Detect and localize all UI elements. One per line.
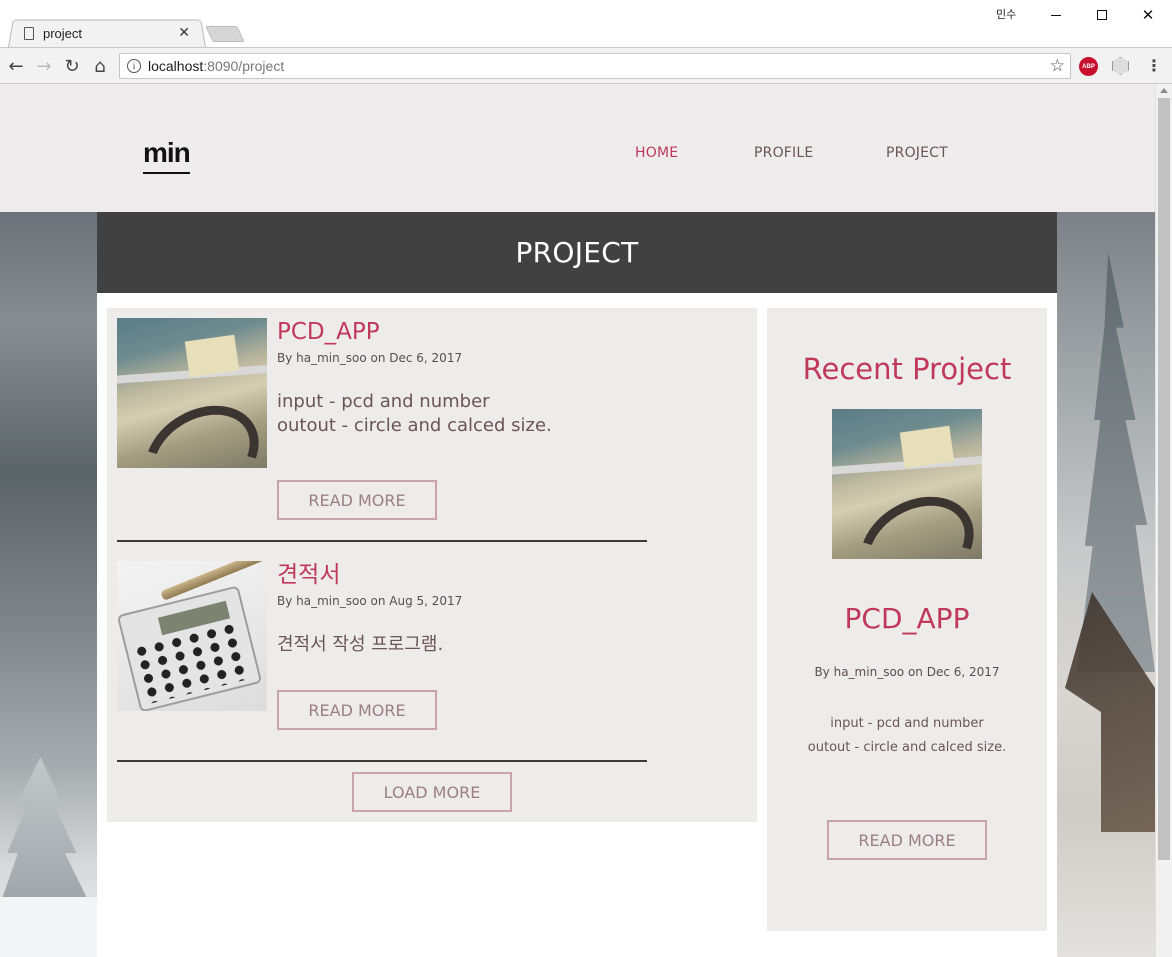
main-container: PROJECT PCD_APP By ha_min_soo on Dec 6, … <box>97 212 1057 957</box>
url-text[interactable]: localhost:8090/project <box>148 58 284 74</box>
scrollbar-thumb[interactable] <box>1158 98 1170 860</box>
post-excerpt: input - pcd and number outout - circle a… <box>277 390 657 438</box>
thumbnail-protractor <box>842 477 982 559</box>
info-icon[interactable]: i <box>127 59 141 73</box>
post-excerpt: 견적서 작성 프로그램. <box>277 633 657 657</box>
nav-project-link[interactable]: PROJECT <box>886 145 948 161</box>
close-window-button[interactable]: ✕ <box>1125 0 1171 30</box>
post-title[interactable]: PCD_APP <box>277 318 657 346</box>
posts-panel: PCD_APP By ha_min_soo on Dec 6, 2017 inp… <box>107 308 757 822</box>
page-title: PROJECT <box>515 236 639 269</box>
browser-menu-icon[interactable]: ⋮ <box>1146 56 1162 75</box>
url-host: localhost <box>148 58 204 74</box>
post-excerpt-line: outout - circle and calced size. <box>277 415 552 436</box>
tab-close-icon[interactable]: ✕ <box>178 25 190 41</box>
window-user-name[interactable]: 민수 <box>996 6 1016 22</box>
sidebar-read-more-button[interactable]: READ MORE <box>827 820 987 860</box>
post-excerpt-line: input - pcd and number <box>277 391 490 412</box>
read-more-button[interactable]: READ MORE <box>277 690 437 730</box>
page-scrollbar[interactable] <box>1155 84 1172 957</box>
url-path: :8090/project <box>203 58 285 74</box>
address-bar[interactable]: i localhost:8090/project ☆ <box>119 53 1071 79</box>
background-photo-right <box>1057 212 1155 957</box>
browser-titlebar: project ✕ 민수 ✕ <box>0 0 1172 47</box>
post-body: 견적서 By ha_min_soo on Aug 5, 2017 견적서 작성 … <box>277 561 657 657</box>
new-tab-button[interactable] <box>205 26 245 42</box>
thumbnail-protractor <box>127 386 267 468</box>
minimize-button[interactable] <box>1033 0 1079 30</box>
bookmark-star-icon[interactable]: ☆ <box>1050 56 1065 76</box>
reload-icon[interactable]: ↻ <box>60 54 84 78</box>
tab-title: project <box>43 25 83 41</box>
sidebar-excerpt-line: outout - circle and calced size. <box>807 740 1007 755</box>
scroll-up-arrow-icon[interactable] <box>1160 88 1168 93</box>
sidebar-post-title[interactable]: PCD_APP <box>767 602 1047 635</box>
adblock-extension-icon[interactable]: ABP <box>1079 57 1098 76</box>
load-more-button[interactable]: LOAD MORE <box>352 772 512 812</box>
page-icon <box>24 26 34 40</box>
post-meta: By ha_min_soo on Dec 6, 2017 <box>277 351 463 365</box>
extension-cube-icon[interactable] <box>1112 57 1129 75</box>
minimize-icon <box>1051 14 1061 16</box>
recent-project-sidebar: Recent Project PCD_APP By ha_min_soo on … <box>767 308 1047 931</box>
sidebar-post-excerpt: input - pcd and number outout - circle a… <box>767 712 1047 760</box>
map-drafting-thumbnail[interactable] <box>117 318 267 468</box>
map-drafting-thumbnail[interactable] <box>832 409 982 559</box>
thumbnail-paper <box>899 425 955 469</box>
page-banner: PROJECT <box>97 212 1057 293</box>
forward-arrow-icon[interactable]: → <box>32 54 56 78</box>
nav-home-link[interactable]: HOME <box>635 145 678 161</box>
sidebar-post-meta: By ha_min_soo on Dec 6, 2017 <box>814 665 1000 679</box>
sidebar-title: Recent Project <box>802 352 1012 386</box>
post-meta: By ha_min_soo on Aug 5, 2017 <box>277 594 463 608</box>
maximize-button[interactable] <box>1079 0 1125 30</box>
sidebar-excerpt-line: input - pcd and number <box>830 716 984 731</box>
site-header: min HOME PROFILE PROJECT <box>0 84 1155 212</box>
nav-profile-link[interactable]: PROFILE <box>754 145 813 161</box>
post-title[interactable]: 견적서 <box>277 561 657 589</box>
site-logo[interactable]: min <box>143 138 191 168</box>
post-body: PCD_APP By ha_min_soo on Dec 6, 2017 inp… <box>277 318 657 438</box>
read-more-button[interactable]: READ MORE <box>277 480 437 520</box>
snow-ground <box>0 897 97 957</box>
post-divider <box>117 760 647 762</box>
home-icon[interactable]: ⌂ <box>88 54 112 78</box>
post-excerpt-line: 견적서 작성 프로그램. <box>277 634 444 655</box>
background-photo-left <box>0 212 97 957</box>
maximize-icon <box>1097 10 1107 20</box>
logo-underline <box>143 172 190 174</box>
post-divider <box>117 540 647 542</box>
back-arrow-icon[interactable]: ← <box>4 54 28 78</box>
browser-toolbar: ← → ↻ ⌂ i localhost:8090/project ☆ ABP ⋮ <box>0 47 1172 84</box>
thumbnail-paper <box>184 334 240 378</box>
browser-tab[interactable]: project ✕ <box>24 22 204 44</box>
snowy-tree <box>0 757 90 905</box>
page-viewport: min HOME PROFILE PROJECT PROJECT PCD_APP <box>0 84 1155 957</box>
calculator-thumbnail[interactable] <box>117 561 267 711</box>
